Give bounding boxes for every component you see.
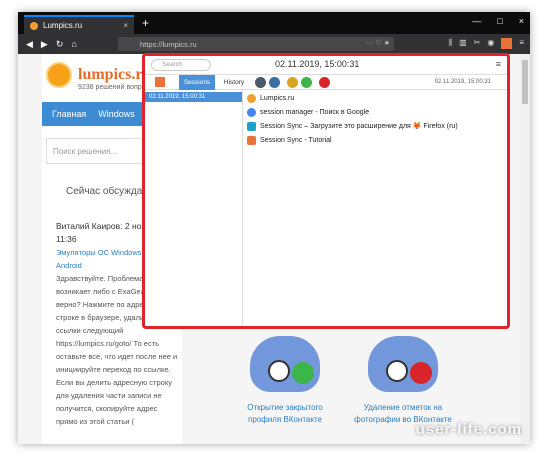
- minimize-button[interactable]: —: [472, 16, 481, 26]
- unlock-icon: [292, 362, 314, 384]
- popup-search-input[interactable]: Search: [151, 59, 211, 71]
- session-tabs-list: Lumpics.ru session manager - Поиск в Goo…: [245, 90, 507, 326]
- new-tab-button[interactable]: +: [142, 16, 149, 30]
- close-tab-icon[interactable]: ×: [123, 21, 128, 30]
- menu-icon[interactable]: ≡: [519, 38, 524, 49]
- url-text: https://lumpics.ru: [140, 39, 197, 49]
- tab-title: session manager - Поиск в Google: [260, 108, 370, 116]
- promo-image: [348, 336, 458, 400]
- popup-menu-icon[interactable]: ≡: [496, 59, 501, 69]
- orange-logo-icon: [46, 62, 72, 88]
- session-sync-extension-icon[interactable]: [501, 38, 513, 49]
- tab-title: Lumpics.ru: [43, 21, 83, 30]
- popup-tabs: Sessions History 02.11.2019, 15:00:31: [145, 74, 507, 90]
- menu-item-home[interactable]: Главная: [52, 109, 86, 119]
- forward-icon[interactable]: ▶: [41, 39, 48, 50]
- delete-icon[interactable]: [319, 77, 330, 88]
- addons-favicon-icon: [247, 121, 256, 131]
- google-favicon-icon: [247, 107, 256, 117]
- home-icon[interactable]: ⌂: [71, 39, 76, 49]
- promo-vk-private[interactable]: Открытие закрытого профиля ВКонтакте: [230, 336, 340, 426]
- tab-title: Session Sync - Tutorial: [260, 136, 332, 144]
- tab-history[interactable]: History: [219, 75, 249, 90]
- refresh-icon[interactable]: [301, 77, 312, 88]
- trash-icon: [410, 362, 432, 384]
- menu-item-windows[interactable]: Windows: [98, 109, 135, 119]
- session-list-item[interactable]: 02.11.2019, 15:00:31: [145, 92, 242, 102]
- page-scrollbar[interactable]: [520, 54, 530, 444]
- session-sync-popup: Search 02.11.2019, 15:00:31 ≡ Sessions H…: [142, 53, 510, 329]
- popup-header: Search 02.11.2019, 15:00:31 ≡: [145, 56, 507, 74]
- session-date-small: 02.11.2019, 15:00:31: [434, 79, 491, 85]
- tab-title: Session Sync – Загрузите это расширение …: [260, 123, 458, 130]
- watermark: user-life.com: [415, 421, 522, 438]
- user-icon: [268, 360, 290, 382]
- window-controls: — □ ×: [472, 16, 524, 26]
- list-item[interactable]: Session Sync – Загрузите это расширение …: [247, 120, 458, 132]
- scrollbar-thumb[interactable]: [522, 60, 528, 104]
- site-name: lumpics.ru: [78, 66, 152, 83]
- url-actions-icon[interactable]: ··· ♡ ★: [367, 39, 390, 47]
- browser-tab[interactable]: Lumpics.ru ×: [24, 15, 134, 34]
- lumpics-favicon-icon: [247, 93, 256, 103]
- sidebar-icon[interactable]: ▥: [459, 38, 467, 49]
- navigation-bar: ◀ ▶ ↻ ⌂ https://lumpics.ru ··· ♡ ★ ⫼ ▥ ✂…: [18, 34, 530, 54]
- promo-vk-tags[interactable]: Удаление отметок на фотографии во ВКонта…: [348, 336, 458, 426]
- back-icon[interactable]: ◀: [26, 39, 33, 50]
- settings-icon[interactable]: [287, 77, 298, 88]
- popup-session-date: 02.11.2019, 15:00:31: [275, 59, 360, 69]
- site-slogan: 9238 решений вопрос: [78, 84, 150, 91]
- list-item[interactable]: Lumpics.ru: [247, 92, 294, 104]
- session-sync-favicon-icon: [247, 135, 256, 145]
- favicon-icon: [30, 21, 38, 30]
- session-sync-logo-icon: [155, 77, 165, 87]
- library-icon[interactable]: ⫼: [448, 38, 452, 49]
- list-item[interactable]: Session Sync - Tutorial: [247, 134, 332, 146]
- addon-icon[interactable]: ◉: [487, 38, 494, 49]
- url-bar[interactable]: https://lumpics.ru ··· ♡ ★: [118, 37, 394, 51]
- list-item[interactable]: session manager - Поиск в Google: [247, 106, 369, 118]
- reload-icon[interactable]: ↻: [56, 39, 64, 50]
- sync-icon[interactable]: [269, 77, 280, 88]
- tab-sessions[interactable]: Sessions: [179, 75, 215, 90]
- tab-bar: Lumpics.ru × + — □ ×: [18, 12, 530, 34]
- sessions-list: 02.11.2019, 15:00:31: [145, 90, 243, 326]
- tab-title: Lumpics.ru: [260, 94, 295, 102]
- promo-title[interactable]: Открытие закрытого профиля ВКонтакте: [230, 402, 340, 426]
- maximize-button[interactable]: □: [497, 16, 502, 26]
- close-window-button[interactable]: ×: [519, 16, 524, 26]
- screenshot-icon[interactable]: ✂: [474, 38, 481, 49]
- photo-icon: [386, 360, 408, 382]
- save-session-icon[interactable]: [255, 77, 266, 88]
- toolbar-right: ⫼ ▥ ✂ ◉ ≡: [448, 38, 524, 49]
- promo-image: [230, 336, 340, 400]
